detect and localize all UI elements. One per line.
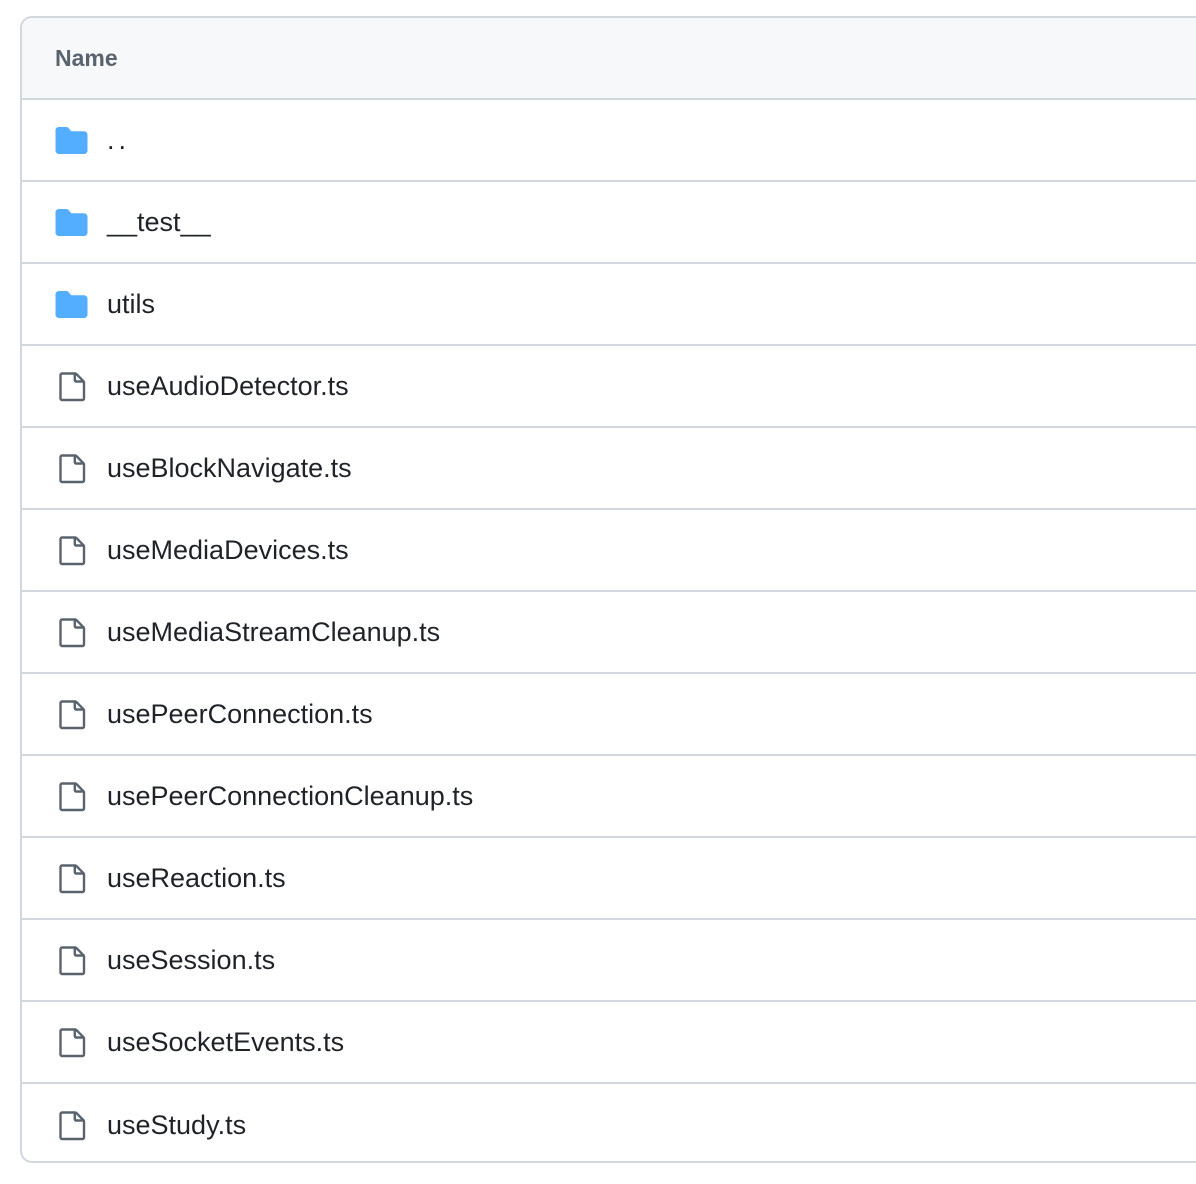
file-row[interactable]: useMediaStreamCleanup.ts <box>22 592 1196 674</box>
name-column-header: Name <box>55 44 118 71</box>
folder-name-link[interactable]: __test__ <box>107 207 211 238</box>
file-row[interactable]: useMediaDevices.ts <box>22 510 1196 592</box>
file-name-link[interactable]: useBlockNavigate.ts <box>107 453 352 484</box>
file-icon <box>55 1109 88 1142</box>
folder-row[interactable]: __test__ <box>22 182 1196 264</box>
file-row[interactable]: useSession.ts <box>22 920 1196 1002</box>
file-row[interactable]: useSocketEvents.ts <box>22 1002 1196 1084</box>
file-icon <box>55 452 88 485</box>
file-name-link[interactable]: useMediaStreamCleanup.ts <box>107 617 440 648</box>
file-name-link[interactable]: useReaction.ts <box>107 863 286 894</box>
folder-row[interactable]: utils <box>22 264 1196 346</box>
file-name-link[interactable]: usePeerConnectionCleanup.ts <box>107 781 473 812</box>
file-icon <box>55 616 88 649</box>
folder-icon <box>55 288 88 321</box>
file-table: Name .. __test__ utils useAudioDetector.… <box>20 16 1196 1163</box>
file-icon <box>55 370 88 403</box>
file-row[interactable]: useBlockNavigate.ts <box>22 428 1196 510</box>
file-icon <box>55 944 88 977</box>
file-name-link[interactable]: usePeerConnection.ts <box>107 699 373 730</box>
file-name-link[interactable]: useAudioDetector.ts <box>107 371 349 402</box>
file-row[interactable]: usePeerConnectionCleanup.ts <box>22 756 1196 838</box>
file-row[interactable]: useAudioDetector.ts <box>22 346 1196 428</box>
file-name-link[interactable]: useSession.ts <box>107 945 275 976</box>
file-list: .. __test__ utils useAudioDetector.ts us… <box>22 100 1196 1161</box>
file-icon <box>55 698 88 731</box>
file-row[interactable]: useStudy.ts <box>22 1084 1196 1161</box>
folder-row[interactable]: .. <box>22 100 1196 182</box>
file-icon <box>55 534 88 567</box>
file-name-link[interactable]: useStudy.ts <box>107 1110 246 1141</box>
folder-name-link[interactable]: .. <box>107 125 130 156</box>
file-name-link[interactable]: useMediaDevices.ts <box>107 535 349 566</box>
table-header: Name <box>22 18 1196 100</box>
file-row[interactable]: usePeerConnection.ts <box>22 674 1196 756</box>
folder-icon <box>55 124 88 157</box>
file-icon <box>55 780 88 813</box>
folder-name-link[interactable]: utils <box>107 289 155 320</box>
file-row[interactable]: useReaction.ts <box>22 838 1196 920</box>
file-icon <box>55 862 88 895</box>
folder-icon <box>55 206 88 239</box>
file-icon <box>55 1026 88 1059</box>
file-name-link[interactable]: useSocketEvents.ts <box>107 1027 344 1058</box>
